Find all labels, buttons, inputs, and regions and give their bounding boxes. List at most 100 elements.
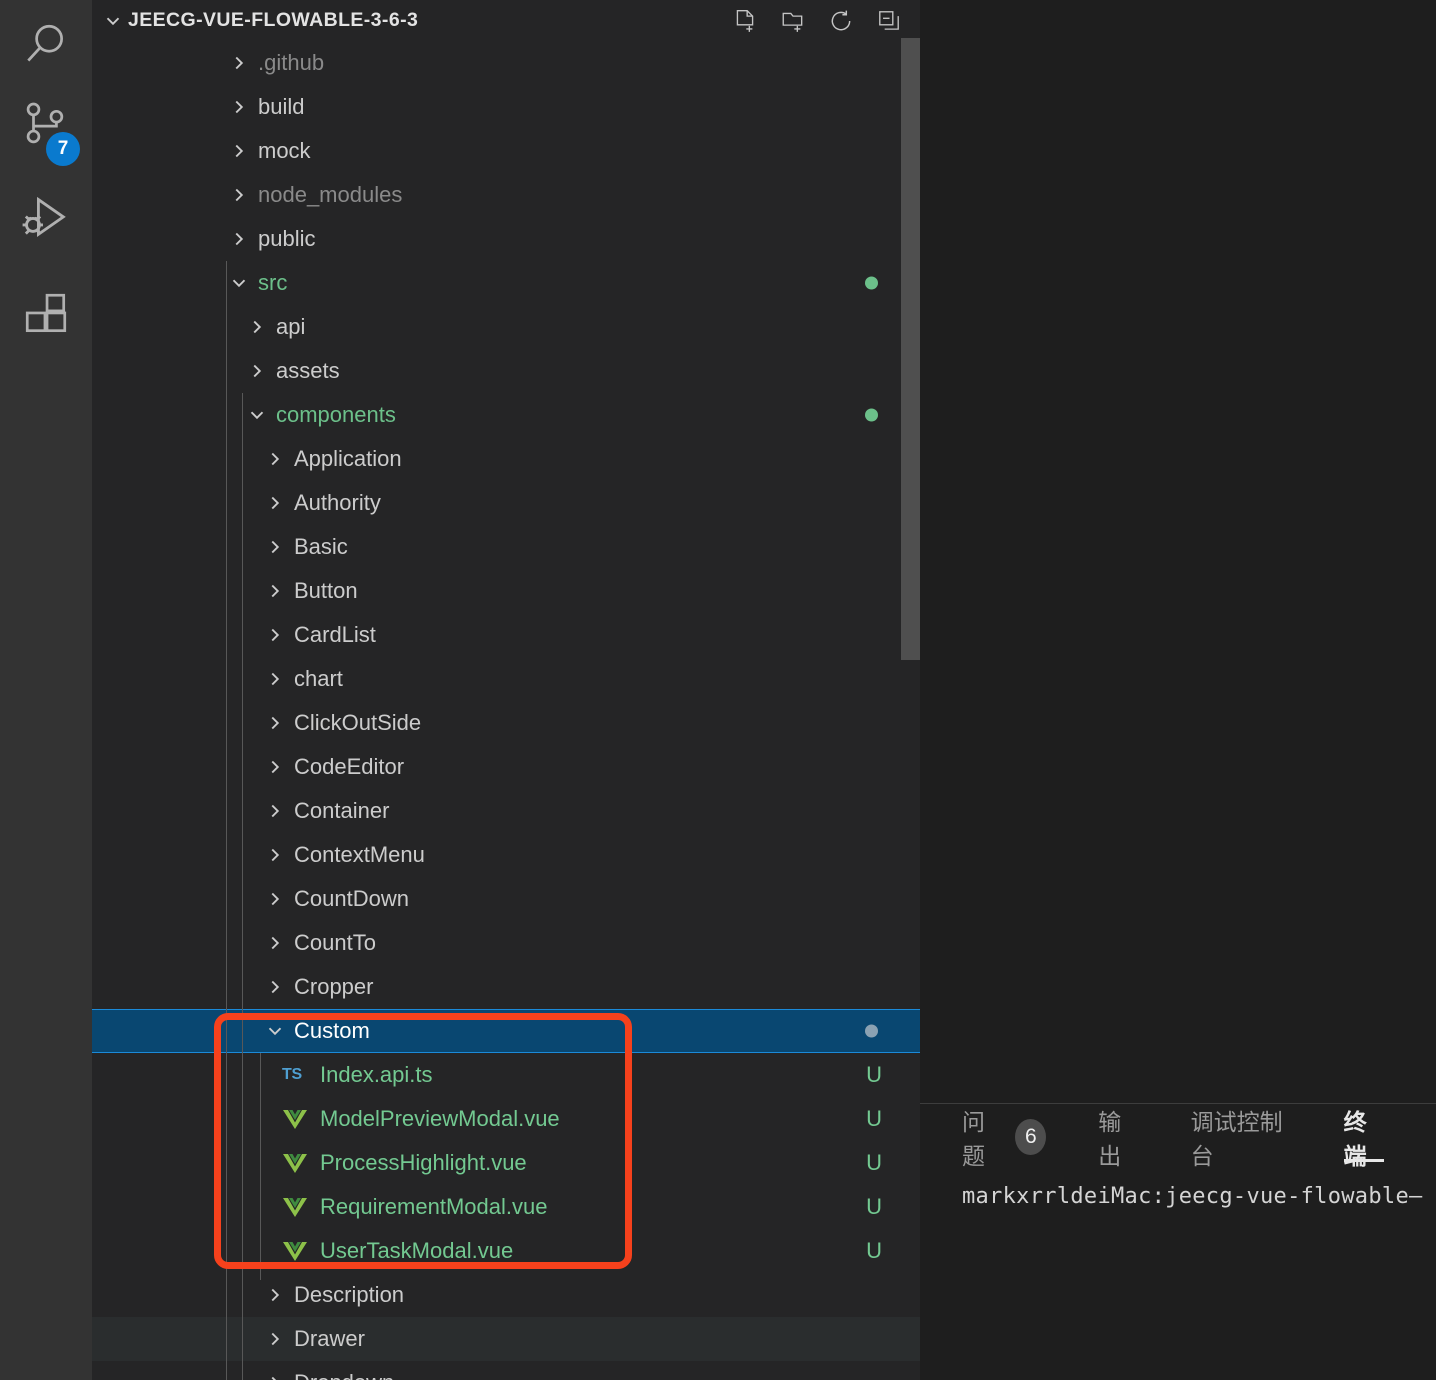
tree-item-label: ModelPreviewModal.vue (320, 1106, 560, 1131)
editor-empty-area (920, 0, 1436, 1103)
chevron-right-icon[interactable] (264, 624, 286, 646)
chevron-down-icon[interactable] (228, 272, 250, 294)
chevron-right-icon[interactable] (264, 1284, 286, 1306)
tree-item-label: CountTo (294, 930, 376, 955)
tree-folder-row[interactable]: node_modules (92, 173, 920, 217)
tab-problems[interactable]: 问题 6 (962, 1104, 1047, 1170)
chevron-right-icon[interactable] (264, 800, 286, 822)
activity-item-extensions[interactable] (0, 268, 92, 360)
panel-tab-label: 终端 (1343, 1109, 1367, 1169)
tree-folder-row[interactable]: CountTo (92, 921, 920, 965)
chevron-right-icon[interactable] (264, 844, 286, 866)
panel-tab-label: 调试控制台 (1190, 1109, 1283, 1169)
tree-folder-row[interactable]: Application (92, 437, 920, 481)
chevron-right-icon[interactable] (228, 96, 250, 118)
tree-item-label: build (258, 94, 305, 119)
chevron-right-icon[interactable] (264, 888, 286, 910)
tree-folder-row[interactable]: mock (92, 129, 920, 173)
explorer-sidebar: JEECG-VUE-FLOWABLE-3-6-3 .github build m… (92, 0, 920, 1380)
tree-item-label: Basic (294, 534, 348, 559)
chevron-right-icon[interactable] (264, 932, 286, 954)
tree-folder-row[interactable]: build (92, 85, 920, 129)
chevron-right-icon[interactable] (264, 976, 286, 998)
chevron-right-icon[interactable] (264, 448, 286, 470)
tree-folder-row[interactable]: ContextMenu (92, 833, 920, 877)
chevron-right-icon[interactable] (264, 536, 286, 558)
chevron-right-icon[interactable] (228, 140, 250, 162)
tree-item-label: Description (294, 1282, 405, 1307)
tree-folder-row[interactable]: Custom (92, 1009, 920, 1053)
tree-folder-row[interactable]: CardList (92, 613, 920, 657)
tree-folder-row[interactable]: api (92, 305, 920, 349)
tree-item-label: RequirementModal.vue (320, 1194, 548, 1219)
chevron-right-icon[interactable] (264, 1328, 286, 1350)
tree-item-label: CodeEditor (294, 754, 405, 779)
chevron-right-icon[interactable] (246, 316, 268, 338)
tree-folder-row[interactable]: chart (92, 657, 920, 701)
tree-folder-row[interactable]: Button (92, 569, 920, 613)
git-status-badge: U (866, 1062, 882, 1087)
refresh-icon[interactable] (828, 8, 854, 34)
collapse-all-icon[interactable] (876, 8, 902, 34)
new-folder-icon[interactable] (780, 8, 806, 34)
tree-file-row[interactable]: TS Index.api.ts U (92, 1053, 920, 1097)
tree-folder-row[interactable]: .github (92, 41, 920, 85)
activity-item-source-control[interactable]: 7 (0, 78, 92, 170)
chevron-right-icon[interactable] (228, 52, 250, 74)
tree-item-label: Cropper (294, 974, 374, 999)
tree-folder-row[interactable]: CountDown (92, 877, 920, 921)
chevron-down-icon[interactable] (102, 10, 124, 32)
chevron-right-icon[interactable] (264, 756, 286, 778)
terminal-output[interactable]: markxrrldeiMac:jeecg-vue-flowable– (920, 1170, 1436, 1209)
tree-folder-row[interactable]: CodeEditor (92, 745, 920, 789)
tab-terminal[interactable]: 终端 (1343, 1104, 1385, 1170)
tree-item-label: .github (258, 50, 325, 75)
activity-bar: 7 (0, 0, 92, 1380)
tree-item-label: components (276, 402, 396, 427)
chevron-down-icon[interactable] (246, 404, 268, 426)
explorer-scrollbar[interactable] (901, 38, 920, 660)
tree-folder-row[interactable]: Basic (92, 525, 920, 569)
new-file-icon[interactable] (732, 8, 758, 34)
tree-folder-row[interactable]: Description (92, 1273, 920, 1317)
tree-file-row[interactable]: ProcessHighlight.vue U (92, 1141, 920, 1185)
tree-folder-row[interactable]: ClickOutSide (92, 701, 920, 745)
tree-item-label: ClickOutSide (294, 710, 422, 735)
tree-item-label: Custom (294, 1018, 370, 1043)
tree-file-row[interactable]: ModelPreviewModal.vue U (92, 1097, 920, 1141)
tree-file-row[interactable]: RequirementModal.vue U (92, 1185, 920, 1229)
tree-folder-row[interactable]: Authority (92, 481, 920, 525)
tab-debug-console[interactable]: 调试控制台 (1191, 1104, 1292, 1170)
chevron-right-icon[interactable] (264, 712, 286, 734)
tree-folder-row[interactable]: src (92, 261, 920, 305)
tree-folder-row[interactable]: Cropper (92, 965, 920, 1009)
chevron-right-icon[interactable] (246, 360, 268, 382)
tab-output[interactable]: 输出 (1098, 1104, 1138, 1170)
chevron-right-icon[interactable] (228, 228, 250, 250)
tree-item-label: mock (258, 138, 311, 163)
panel-tab-bar[interactable]: 问题 6 输出 调试控制台 终端 (920, 1104, 1436, 1170)
tree-folder-row[interactable]: components (92, 393, 920, 437)
tree-folder-row[interactable]: Dropdown (92, 1361, 920, 1380)
tree-item-label: Button (294, 578, 358, 603)
explorer-root-title[interactable]: JEECG-VUE-FLOWABLE-3-6-3 (128, 9, 418, 32)
file-tree[interactable]: .github build mock node_modulespublic src api… (92, 41, 920, 1380)
vue-file-icon (282, 1152, 312, 1174)
tree-folder-row[interactable]: Container (92, 789, 920, 833)
activity-item-run-debug[interactable] (0, 172, 92, 264)
tree-item-label: node_modules (258, 182, 403, 207)
tree-folder-row[interactable]: public (92, 217, 920, 261)
tree-file-row[interactable]: UserTaskModal.vue U (92, 1229, 920, 1273)
chevron-right-icon[interactable] (264, 1372, 286, 1380)
tree-folder-row[interactable]: Drawer (92, 1317, 920, 1361)
chevron-right-icon[interactable] (264, 492, 286, 514)
tree-item-label: CardList (294, 622, 376, 647)
tree-item-label: ContextMenu (294, 842, 425, 867)
chevron-right-icon[interactable] (228, 184, 250, 206)
git-status-badge: U (866, 1106, 882, 1131)
chevron-right-icon[interactable] (264, 668, 286, 690)
chevron-down-icon[interactable] (264, 1020, 286, 1042)
chevron-right-icon[interactable] (264, 580, 286, 602)
git-status-badge: U (866, 1150, 882, 1175)
tree-folder-row[interactable]: assets (92, 349, 920, 393)
